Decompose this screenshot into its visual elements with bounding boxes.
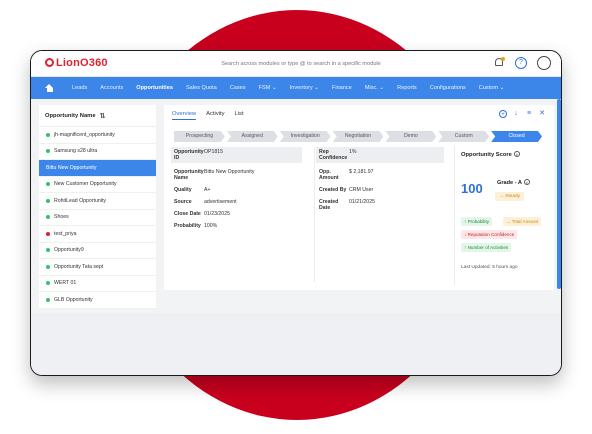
nav-reports[interactable]: Reports <box>397 85 417 91</box>
field-created-date: Created Date 01/21/2025 <box>319 199 375 211</box>
list-item-selected[interactable]: Bittu New Opportunity <box>39 160 156 177</box>
field-source: Source advertisement <box>174 199 237 205</box>
field-probability: Probability 100% <box>174 223 218 229</box>
help-icon[interactable]: ? <box>515 57 527 69</box>
last-updated: Last Updated: 5 hours ago <box>461 265 518 270</box>
opportunity-list: Opportunity Name ⇅ jh-magnificent_opport… <box>39 105 156 309</box>
status-dot <box>46 281 50 286</box>
status-dot <box>46 231 50 236</box>
info-icon[interactable]: i <box>523 179 530 185</box>
nav-fsm[interactable]: FSM ⌄ <box>259 85 277 91</box>
status-dot <box>46 215 50 220</box>
field-rep-confidence: Rep Confidence 1% <box>316 147 444 163</box>
device-frame: LionO360 ? Leads Accounts Opportunities … <box>30 50 562 376</box>
field-opportunity-id: Opportunity ID OP1815 <box>171 147 302 163</box>
status-dot <box>46 264 50 269</box>
app-logo[interactable]: LionO360 <box>45 57 108 69</box>
top-bar: LionO360 ? <box>31 51 561 77</box>
list-header[interactable]: Opportunity Name ⇅ <box>39 105 156 127</box>
chip-reputation-confidence: ↓ Reputation Confidence <box>461 230 518 239</box>
status-dot <box>46 297 50 302</box>
list-item[interactable]: Shoes <box>39 210 156 226</box>
list-item[interactable]: jh-magnificent_opportunity <box>39 127 156 144</box>
app-screen: LionO360 ? Leads Accounts Opportunities … <box>31 51 561 375</box>
opportunity-detail-card: Overview Activity List + ↓ ≡ ✕ Prospecti… <box>164 105 554 290</box>
score-value: 100 <box>461 181 483 196</box>
field-opportunity-name: Opportunity Name Bittu New Opportunity <box>174 169 255 181</box>
stage-prospecting[interactable]: Prospecting <box>174 131 225 142</box>
stage: LionO360 ? Leads Accounts Opportunities … <box>0 0 592 434</box>
pipeline-stages: Prospecting Assigned Investigation Negot… <box>174 131 544 142</box>
download-icon[interactable]: ↓ <box>512 110 520 118</box>
status-dot <box>46 182 50 187</box>
nav-sales-quota[interactable]: Sales Quota <box>186 85 217 91</box>
list-item[interactable]: Opportunity Tata sept <box>39 259 156 276</box>
opportunity-score-panel: Opportunity Score i 100 Grade - Ai → Stea… <box>454 145 550 285</box>
score-title: Opportunity Score i <box>461 151 550 158</box>
list-item[interactable]: New Customer Opportunity <box>39 177 156 193</box>
add-icon[interactable]: + <box>499 110 507 118</box>
global-search-input[interactable] <box>181 57 421 71</box>
nav-finance[interactable]: Finance <box>332 85 352 91</box>
list-item[interactable]: RohitLead Opportunity <box>39 193 156 210</box>
nav-accounts[interactable]: Accounts <box>100 85 123 91</box>
nav-configurations[interactable]: Configurations <box>430 85 466 91</box>
close-icon[interactable]: ✕ <box>538 110 546 118</box>
chip-number-of-activities: ↑ Number of Activities <box>461 243 512 252</box>
list-item[interactable]: GLB Opportunity <box>39 292 156 309</box>
field-created-by: Created By CRM User <box>319 187 374 193</box>
main-nav: Leads Accounts Opportunities Sales Quota… <box>31 77 561 99</box>
bottom-area <box>31 313 561 375</box>
list-item[interactable]: WERT 01 <box>39 276 156 292</box>
tab-overview[interactable]: Overview <box>172 111 197 120</box>
home-icon[interactable] <box>45 84 54 92</box>
stage-closed[interactable]: Closed <box>491 131 543 142</box>
status-dot <box>46 198 50 203</box>
detail-tabs: Overview Activity List <box>172 111 244 120</box>
menu-icon[interactable]: ≡ <box>525 110 533 118</box>
nav-opportunities[interactable]: Opportunities <box>136 85 173 91</box>
detail-left-column: Opportunity ID OP1815 Opportunity Name Bit… <box>171 147 302 235</box>
stage-negotiation[interactable]: Negotiation <box>332 131 384 142</box>
list-item[interactable]: Opportunity9 <box>39 243 156 259</box>
list-item[interactable]: test_priya <box>39 226 156 243</box>
tab-list[interactable]: List <box>235 111 244 120</box>
chip-probability: ↑ Probability <box>461 217 493 226</box>
field-quality: Quality A+ <box>174 187 211 193</box>
notification-bell-icon[interactable] <box>493 57 505 69</box>
stage-assigned[interactable]: Assigned <box>226 131 278 142</box>
trend-badge: → Steady <box>495 192 525 201</box>
status-dot <box>46 248 50 253</box>
card-actions: + ↓ ≡ ✕ <box>499 110 546 118</box>
field-close-date: Close Date 01/23/2025 <box>174 211 230 217</box>
detail-right-column: Rep Confidence 1% Opp. Amount $ 2,181.97 C… <box>314 147 444 282</box>
nav-custom[interactable]: Custom ⌄ <box>479 85 505 91</box>
nav-misc[interactable]: Misc. ⌄ <box>365 85 384 91</box>
status-dot <box>46 149 50 154</box>
chip-total-amount: → Total Amount <box>503 217 542 226</box>
nav-leads[interactable]: Leads <box>72 85 87 91</box>
stage-custom[interactable]: Custom <box>438 131 490 142</box>
user-avatar[interactable] <box>537 56 551 70</box>
sort-icon[interactable]: ⇅ <box>100 112 106 120</box>
tab-activity[interactable]: Activity <box>206 111 224 120</box>
vertical-scrollbar[interactable] <box>557 99 561 289</box>
field-opp-amount: Opp. Amount $ 2,181.97 <box>319 169 374 181</box>
grade-label: Grade - Ai <box>497 179 530 186</box>
nav-cases[interactable]: Cases <box>230 85 246 91</box>
logo-mark-icon <box>45 58 54 67</box>
stage-investigation[interactable]: Investigation <box>279 131 331 142</box>
nav-inventory[interactable]: Inventory ⌄ <box>290 85 319 91</box>
status-dot <box>46 132 50 137</box>
list-item[interactable]: Samsung s28 ultra <box>39 144 156 160</box>
info-icon[interactable]: i <box>513 151 520 157</box>
top-icons: ? <box>493 56 551 70</box>
stage-demo[interactable]: Demo <box>385 131 437 142</box>
